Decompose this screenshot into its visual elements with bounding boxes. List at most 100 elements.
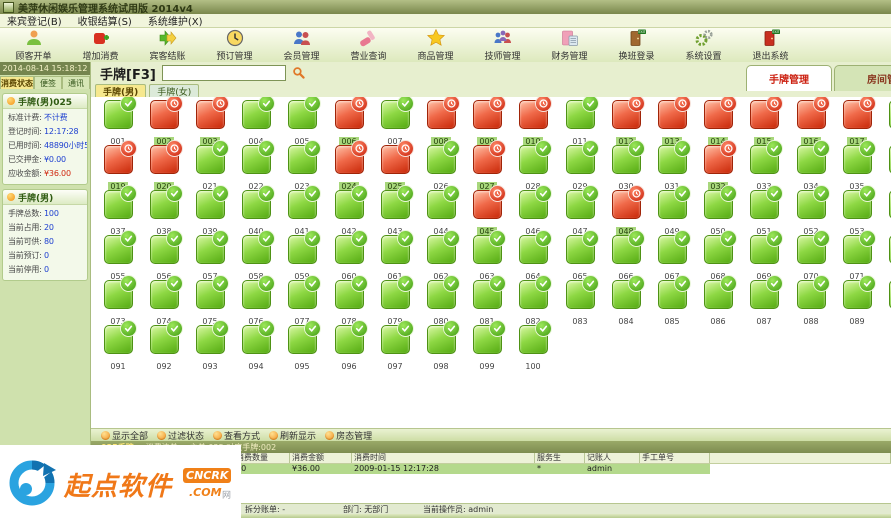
card-094[interactable]: 094 bbox=[235, 321, 277, 373]
menu-item-2[interactable]: 系统维护(X) bbox=[148, 13, 203, 28]
card-045[interactable]: 045 bbox=[466, 186, 508, 238]
card-081[interactable]: 081 bbox=[466, 276, 508, 328]
toolbar-button-technician[interactable]: 技师管理 bbox=[469, 28, 536, 62]
panel-card-info-header[interactable]: 手牌(男)025 bbox=[3, 94, 87, 109]
card-069[interactable]: 069 bbox=[743, 231, 785, 283]
card-016[interactable]: 016 bbox=[790, 97, 832, 148]
card-088[interactable]: 088 bbox=[790, 276, 832, 328]
card-008[interactable]: 008 bbox=[420, 97, 462, 148]
card-074[interactable]: 074 bbox=[143, 276, 185, 328]
toolbar-button-settings-gear[interactable]: 系统设置 bbox=[670, 28, 737, 62]
card-037[interactable]: 037 bbox=[97, 186, 139, 238]
column-header-6[interactable] bbox=[710, 453, 891, 463]
card-099[interactable]: 099 bbox=[466, 321, 508, 373]
card-048[interactable]: 048 bbox=[605, 186, 647, 238]
card-098[interactable]: 098 bbox=[420, 321, 462, 373]
card-026[interactable]: 026 bbox=[420, 141, 462, 193]
card-005[interactable]: 005 bbox=[281, 97, 323, 148]
card-029[interactable]: 029 bbox=[559, 141, 601, 193]
column-header-3[interactable]: 服务生 bbox=[535, 453, 585, 463]
card-095[interactable]: 095 bbox=[281, 321, 323, 373]
card-014[interactable]: 014 bbox=[697, 97, 739, 148]
card-004[interactable]: 004 bbox=[235, 97, 277, 148]
card-077[interactable]: 077 bbox=[281, 276, 323, 328]
card-075[interactable]: 075 bbox=[189, 276, 231, 328]
toolbar-button-finance[interactable]: 财务管理 bbox=[536, 28, 603, 62]
tab-cards-male[interactable]: 手牌(男) bbox=[95, 84, 147, 98]
column-header-1[interactable]: 消费金额 bbox=[290, 453, 352, 463]
card-064[interactable]: 064 bbox=[512, 231, 554, 283]
card-025[interactable]: 025 bbox=[374, 141, 416, 193]
card-052[interactable]: 052 bbox=[790, 186, 832, 238]
card-092[interactable]: 092 bbox=[143, 321, 185, 373]
card-009[interactable]: 009 bbox=[466, 97, 508, 148]
card-027[interactable]: 027 bbox=[466, 141, 508, 193]
card-093[interactable]: 093 bbox=[189, 321, 231, 373]
card-047[interactable]: 047 bbox=[559, 186, 601, 238]
toolbar-button-booking-clock[interactable]: 预订管理 bbox=[201, 28, 268, 62]
menu-item-1[interactable]: 收银结算(S) bbox=[78, 13, 132, 28]
card-011[interactable]: 011 bbox=[559, 97, 601, 148]
card-057[interactable]: 057 bbox=[189, 231, 231, 283]
card-002[interactable]: 002 bbox=[143, 97, 185, 148]
card-010[interactable]: 010 bbox=[512, 97, 554, 148]
card-021[interactable]: 021 bbox=[189, 141, 231, 193]
toolbar-button-business-query[interactable]: 营业查询 bbox=[335, 28, 402, 62]
card-043[interactable]: 043 bbox=[374, 186, 416, 238]
menu-item-0[interactable]: 来宾登记(B) bbox=[7, 13, 62, 28]
card-019[interactable]: 019 bbox=[97, 141, 139, 193]
column-header-0[interactable]: 消费数量 bbox=[234, 453, 290, 463]
card-050[interactable]: 050 bbox=[697, 186, 739, 238]
card-073[interactable]: 073 bbox=[97, 276, 139, 328]
card-096[interactable]: 096 bbox=[328, 321, 370, 373]
card-033[interactable]: 033 bbox=[743, 141, 785, 193]
sidebar-tab-0[interactable]: 消费状态 bbox=[0, 76, 34, 89]
card-054[interactable]: 054 bbox=[882, 190, 891, 238]
card-020[interactable]: 020 bbox=[143, 141, 185, 193]
card-039[interactable]: 039 bbox=[189, 186, 231, 238]
search-icon[interactable] bbox=[292, 64, 305, 83]
toolbar-button-shift-door[interactable]: EXIT 换班登录 bbox=[603, 28, 670, 62]
card-018[interactable]: 018 bbox=[882, 100, 891, 148]
card-042[interactable]: 042 bbox=[328, 186, 370, 238]
card-084[interactable]: 084 bbox=[605, 276, 647, 328]
column-header-5[interactable]: 手工单号 bbox=[640, 453, 710, 463]
card-071[interactable]: 071 bbox=[836, 231, 878, 283]
card-022[interactable]: 022 bbox=[235, 141, 277, 193]
card-083[interactable]: 083 bbox=[559, 276, 601, 328]
column-header-2[interactable]: 消费时间 bbox=[352, 453, 535, 463]
card-023[interactable]: 023 bbox=[281, 141, 323, 193]
card-055[interactable]: 055 bbox=[97, 231, 139, 283]
card-068[interactable]: 068 bbox=[697, 231, 739, 283]
card-080[interactable]: 080 bbox=[420, 276, 462, 328]
tab-card-management[interactable]: 手牌管理 bbox=[746, 65, 832, 91]
card-001[interactable]: 001 bbox=[97, 97, 139, 148]
card-017[interactable]: 017 bbox=[836, 97, 878, 148]
sidebar-tab-2[interactable]: 通讯 bbox=[62, 76, 90, 89]
card-032[interactable]: 032 bbox=[697, 141, 739, 193]
tab-room-management[interactable]: 房间管理 bbox=[834, 65, 891, 91]
card-058[interactable]: 058 bbox=[235, 231, 277, 283]
action-4[interactable]: 房态管理 bbox=[325, 429, 372, 442]
card-067[interactable]: 067 bbox=[651, 231, 693, 283]
card-061[interactable]: 061 bbox=[374, 231, 416, 283]
card-079[interactable]: 079 bbox=[374, 276, 416, 328]
card-007[interactable]: 007 bbox=[374, 97, 416, 148]
card-086[interactable]: 086 bbox=[697, 276, 739, 328]
card-041[interactable]: 041 bbox=[281, 186, 323, 238]
card-034[interactable]: 034 bbox=[790, 141, 832, 193]
card-006[interactable]: 006 bbox=[328, 97, 370, 148]
card-089[interactable]: 089 bbox=[836, 276, 878, 328]
card-087[interactable]: 087 bbox=[743, 276, 785, 328]
toolbar-button-goods-star[interactable]: 商品管理 bbox=[402, 28, 469, 62]
card-063[interactable]: 063 bbox=[466, 231, 508, 283]
card-030[interactable]: 030 bbox=[605, 141, 647, 193]
card-046[interactable]: 046 bbox=[512, 186, 554, 238]
card-056[interactable]: 056 bbox=[143, 231, 185, 283]
card-038[interactable]: 038 bbox=[143, 186, 185, 238]
card-024[interactable]: 024 bbox=[328, 141, 370, 193]
card-036[interactable]: 036 bbox=[882, 145, 891, 193]
card-062[interactable]: 062 bbox=[420, 231, 462, 283]
sidebar-tab-1[interactable]: 便签 bbox=[34, 76, 62, 89]
card-078[interactable]: 078 bbox=[328, 276, 370, 328]
